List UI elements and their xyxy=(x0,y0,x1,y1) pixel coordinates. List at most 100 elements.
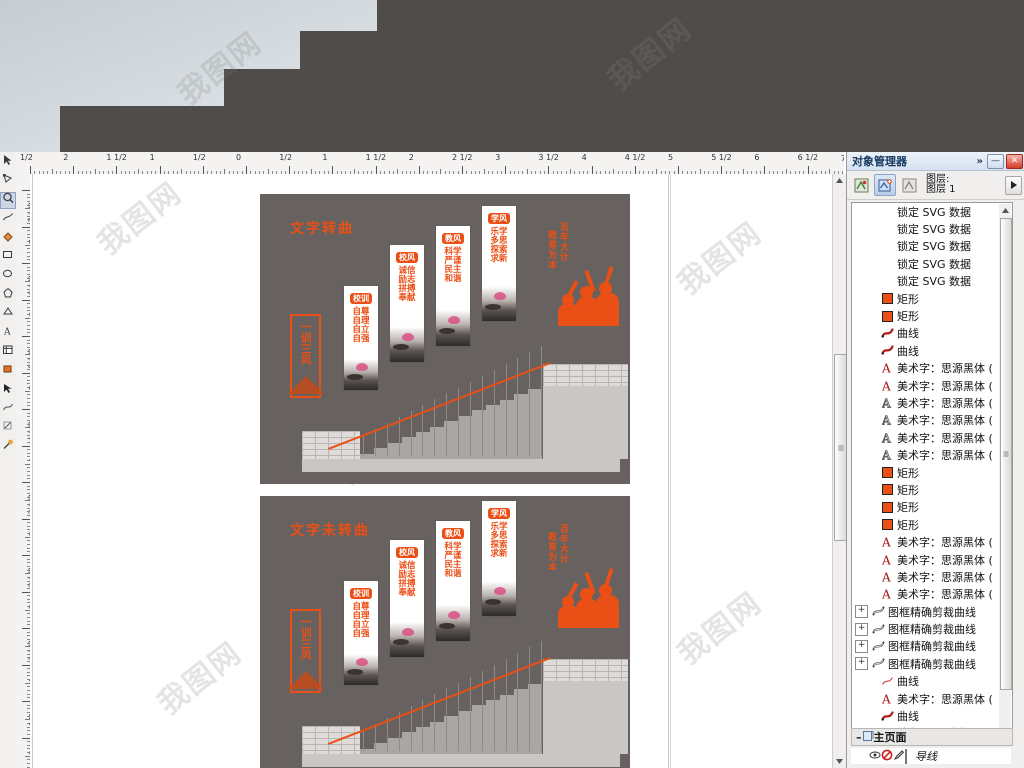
smart-fill-tool[interactable] xyxy=(0,230,16,247)
close-button[interactable]: ✕ xyxy=(1006,153,1023,169)
artboard-1[interactable]: 文字转曲 一训三风 校训 自尊 自理 自立 自强 校风 诚信 励志 拼搏 奉献 教风 科学 严谨 民主 和谐 学风… xyxy=(260,194,630,484)
basic-shapes-tool[interactable] xyxy=(0,306,16,323)
object-manager-docker[interactable]: 对象管理器 » — ✕ 图层: 图层 1 锁定 SVG 数据 锁定 SVG 数据锁… xyxy=(846,152,1024,768)
fill-tool[interactable] xyxy=(0,363,16,380)
layer-row[interactable]: 锁定 SVG 数据 xyxy=(852,273,998,290)
layer-list-scrollbar[interactable] xyxy=(999,204,1012,744)
ellipse-tool[interactable] xyxy=(0,268,16,285)
docker-options-flyout-button[interactable] xyxy=(1005,175,1022,195)
shape-tool[interactable] xyxy=(0,173,16,190)
slogan-column-1: 百年大计 xyxy=(558,524,568,564)
brick-wall-upper xyxy=(543,659,628,681)
layer-row[interactable]: A 美术字：思源黑体 ( xyxy=(852,533,998,550)
layer-row[interactable]: A 美术字：思源黑体 ( xyxy=(852,429,998,446)
layer-row[interactable]: A 美术字：思源黑体 ( xyxy=(852,446,998,463)
guides-layer-row[interactable]: 导线 xyxy=(851,748,1011,764)
edit-across-layers-button[interactable] xyxy=(874,174,896,196)
layer-row[interactable]: 矩形 xyxy=(852,499,998,516)
layer-row[interactable]: A 美术字：思源黑体 ( xyxy=(852,360,998,377)
show-object-properties-button[interactable] xyxy=(850,174,872,196)
layer-scroll-up-arrow[interactable] xyxy=(999,204,1011,216)
horizontal-ruler[interactable]: 1/2 2 1 1/2 1 1/2 0 1/2 1 1 1/2 2 2 1/2 3 3 1/2 4 4 1/… xyxy=(16,152,844,175)
vertical-ruler[interactable]: 7 1/276 1/265 1/254 1/243 1/232 1/221 1/… xyxy=(16,174,31,768)
layer-row[interactable]: 矩形 xyxy=(852,481,998,498)
ruler-label: 1/2 xyxy=(192,153,206,162)
layer-row[interactable]: A 美术字：思源黑体 ( xyxy=(852,412,998,429)
transparency-tool[interactable] xyxy=(0,420,16,437)
layer-row[interactable]: A 美术字：思源黑体 ( xyxy=(852,394,998,411)
freehand-tool[interactable] xyxy=(0,211,16,228)
layer-manager-view-button[interactable] xyxy=(898,174,920,196)
layer-row[interactable]: + 图框精确剪裁曲线 xyxy=(852,620,998,637)
banner[interactable]: 校训 自尊 自理 自立 自强 xyxy=(344,581,378,685)
chevron-more-icon[interactable]: » xyxy=(977,156,983,167)
scroll-up-arrow[interactable] xyxy=(833,174,846,187)
layer-row[interactable]: 矩形 xyxy=(852,464,998,481)
layer-list[interactable]: 锁定 SVG 数据 锁定 SVG 数据 锁定 SVG 数据 锁定 SVG 数据 锁定 S… xyxy=(851,202,1013,746)
layer-row[interactable]: + 图框精确剪裁曲线 xyxy=(852,603,998,620)
layer-row[interactable]: A 美术字：思源黑体 ( xyxy=(852,690,998,707)
layer-row[interactable]: A 美术字：思源黑体 ( xyxy=(852,551,998,568)
layer-expander[interactable]: + xyxy=(855,605,868,619)
svg-text:A: A xyxy=(882,693,891,705)
banner[interactable]: 教风 科学 严谨 民主 和谐 xyxy=(436,226,470,346)
layer-row[interactable]: A 美术字：思源黑体 ( xyxy=(852,586,998,603)
layer-row[interactable]: 矩形 xyxy=(852,290,998,307)
layer-row[interactable]: 锁定 SVG 数据 xyxy=(852,220,998,237)
layer-row[interactable]: 锁定 SVG 数据 xyxy=(852,255,998,272)
canvas-vertical-scrollbar[interactable] xyxy=(832,174,847,768)
lotus-leaf xyxy=(347,373,364,380)
minimize-button[interactable]: — xyxy=(987,153,1004,169)
print-disabled-icon[interactable] xyxy=(881,749,893,764)
banner[interactable]: 学风 乐学 多思 探索 求新 xyxy=(482,206,516,321)
layer-scrollbar-thumb[interactable] xyxy=(1000,218,1012,690)
banner[interactable]: 教风 科学 严谨 民主 和谐 xyxy=(436,521,470,641)
text-tool[interactable]: A xyxy=(0,325,16,342)
pick-tool[interactable] xyxy=(0,154,16,171)
watermark: 我图网 xyxy=(91,175,189,263)
layer-row[interactable]: 矩形 xyxy=(852,307,998,324)
layer-expander[interactable]: + xyxy=(855,657,868,671)
layer-row[interactable]: 锁定 SVG 数据 xyxy=(852,203,998,220)
interactive-fill-tool[interactable] xyxy=(0,382,16,399)
banner[interactable]: 学风 乐学 多思 探索 求新 xyxy=(482,501,516,616)
layer-row[interactable]: 曲线 xyxy=(852,673,998,690)
stair-step xyxy=(500,694,514,754)
layer-row[interactable]: A 美术字：思源黑体 ( xyxy=(852,377,998,394)
edit-pencil-icon[interactable] xyxy=(893,749,905,764)
artboard-2[interactable]: 文字未转曲 一训三风 校训 自尊 自理 自立 自强 校风 诚信 励志 拼搏 奉献 教风 科学 严谨 民主 和谐学… xyxy=(260,496,630,768)
zoom-tool[interactable] xyxy=(0,192,16,209)
color-eyedropper-tool[interactable] xyxy=(0,439,16,456)
layer-row[interactable]: 曲线 xyxy=(852,707,998,724)
rectangle-tool[interactable] xyxy=(0,249,16,266)
banner[interactable]: 校风 诚信 励志 拼搏 奉献 xyxy=(390,540,424,657)
ruler-label: 6 1/2 xyxy=(797,153,819,162)
layer-icon-rect-orange xyxy=(880,519,895,531)
drawing-canvas[interactable]: 我图网 我图网 我图网 我图网 我图网 文字转曲一训三风校训自尊自理自立自强校风… xyxy=(30,174,832,768)
docker-toolbar[interactable]: 图层: 图层 1 xyxy=(847,171,1024,200)
lotus-leaf xyxy=(485,303,502,310)
polygon-tool[interactable] xyxy=(0,287,16,304)
master-page-row[interactable]: – 主页面 xyxy=(851,728,1013,746)
layer-row[interactable]: 曲线 xyxy=(852,325,998,342)
people-silhouette xyxy=(556,566,622,628)
layer-row[interactable]: + 图框精确剪裁曲线 xyxy=(852,638,998,655)
banner[interactable]: 校训 自尊 自理 自立 自强 xyxy=(344,286,378,390)
lotus-flower xyxy=(401,332,414,341)
layer-row[interactable]: A 美术字：思源黑体 ( xyxy=(852,568,998,585)
toolbox[interactable]: A xyxy=(0,152,17,768)
layer-row[interactable]: + 图框精确剪裁曲线 xyxy=(852,655,998,672)
layer-row[interactable]: 曲线 xyxy=(852,342,998,359)
docker-titlebar[interactable]: 对象管理器 » — ✕ xyxy=(847,152,1024,171)
blend-tool[interactable] xyxy=(0,401,16,418)
scroll-down-arrow[interactable] xyxy=(833,755,846,768)
guides-color-swatch[interactable] xyxy=(905,748,907,764)
eye-icon[interactable] xyxy=(869,750,881,763)
layer-row[interactable]: 锁定 SVG 数据 xyxy=(852,238,998,255)
layer-row[interactable]: 矩形 xyxy=(852,516,998,533)
table-tool[interactable] xyxy=(0,344,16,361)
layer-expander[interactable]: + xyxy=(855,622,868,636)
banner[interactable]: 校风 诚信 励志 拼搏 奉献 xyxy=(390,245,424,362)
layer-label-line2: 图层 1 xyxy=(926,184,956,195)
layer-expander[interactable]: + xyxy=(855,639,868,653)
